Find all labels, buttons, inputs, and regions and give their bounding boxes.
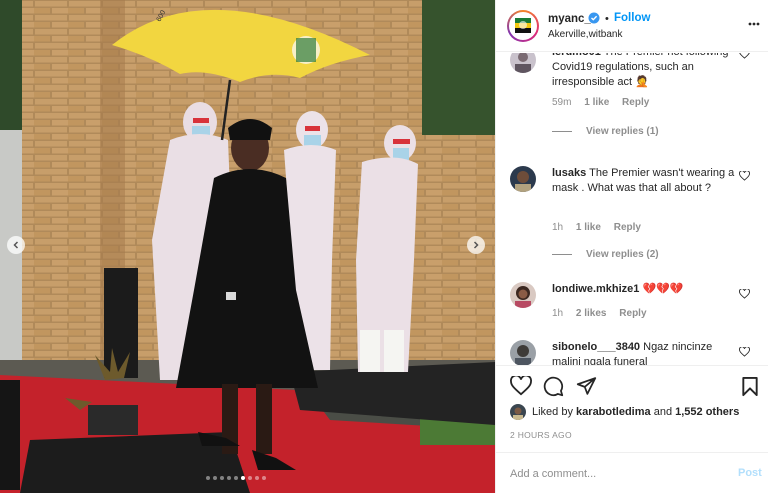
view-replies-label: View replies (1) xyxy=(586,126,659,137)
comment-likes[interactable]: 2 likes xyxy=(576,308,607,319)
comment-username[interactable]: lerumo01 xyxy=(552,53,601,58)
carousel-dot xyxy=(262,476,266,480)
comment-icon xyxy=(543,376,564,397)
comment-username[interactable]: londiwe.mkhize1 xyxy=(552,283,639,295)
carousel-next-button[interactable] xyxy=(467,236,485,254)
comment-text: 💔💔💔 xyxy=(642,283,684,295)
heart-icon xyxy=(739,288,750,299)
carousel-dot xyxy=(248,476,252,480)
bookmark-icon xyxy=(742,376,758,397)
post-side-panel: myanc_ • Follow Akerville,witbank lerumo xyxy=(495,0,768,493)
comment-like-button[interactable] xyxy=(739,288,750,302)
anc-logo-icon xyxy=(509,12,537,40)
profile-avatar[interactable] xyxy=(507,10,539,42)
comment-username[interactable]: sibonelo___3840 xyxy=(552,341,640,353)
replies-line xyxy=(552,254,572,255)
post-username[interactable]: myanc_ xyxy=(548,13,591,25)
post-photo: 600 xyxy=(0,0,495,493)
comment-body: lusaks The Premier wasn't wearing a mask… xyxy=(552,166,736,196)
heart-icon xyxy=(739,170,750,181)
comment-username[interactable]: lusaks xyxy=(552,167,586,179)
commenter-avatar[interactable] xyxy=(510,340,536,365)
comment-meta: 1h 2 likes Reply xyxy=(552,308,657,319)
heart-icon xyxy=(739,53,750,59)
reply-button[interactable]: Reply xyxy=(614,222,641,233)
comment-time[interactable]: 1h xyxy=(552,308,563,319)
likes-prefix: Liked by xyxy=(532,406,573,418)
comment-body: lerumo01 The Premier not following Covid… xyxy=(552,53,736,90)
add-comment-bar: Post xyxy=(496,452,768,493)
comment-body: londiwe.mkhize1 💔💔💔 xyxy=(552,282,736,297)
view-replies-label: View replies (2) xyxy=(586,249,659,260)
carousel-dot xyxy=(255,476,259,480)
paper-plane-icon xyxy=(576,377,597,395)
comment-button[interactable] xyxy=(543,376,564,400)
chevron-right-icon xyxy=(473,241,479,249)
comment-meta: 59m 1 like Reply xyxy=(552,97,659,108)
carousel-dot xyxy=(220,476,224,480)
carousel-dot xyxy=(213,476,217,480)
carousel-dot xyxy=(206,476,210,480)
like-button[interactable] xyxy=(510,374,532,399)
heart-icon xyxy=(510,374,532,396)
photo-scene: 600 xyxy=(0,0,495,493)
comment-likes[interactable]: 1 like xyxy=(576,222,601,233)
comment-time[interactable]: 1h xyxy=(552,222,563,233)
likes-others[interactable]: 1,552 others xyxy=(675,406,739,418)
comment-like-button[interactable] xyxy=(739,53,750,62)
comments-list[interactable]: lerumo01 The Premier not following Covid… xyxy=(496,53,768,365)
heart-icon xyxy=(739,346,750,357)
commenter-avatar[interactable] xyxy=(510,53,536,73)
reply-button[interactable]: Reply xyxy=(622,97,649,108)
replies-line xyxy=(552,131,572,132)
post-comment-button[interactable]: Post xyxy=(738,467,762,479)
reply-button[interactable]: Reply xyxy=(619,308,646,319)
commenter-avatar[interactable] xyxy=(510,166,536,192)
carousel-dot-active xyxy=(241,476,245,480)
likes-summary: Liked by karabotledima and 1,552 others xyxy=(510,404,739,420)
comment-meta: 1h 1 like Reply xyxy=(552,222,651,233)
comment-likes[interactable]: 1 like xyxy=(584,97,609,108)
save-button[interactable] xyxy=(741,376,759,400)
comment-time[interactable]: 59m xyxy=(552,97,571,108)
likes-middle: and xyxy=(653,406,673,418)
comment-text: The Premier not following Covid19 regula… xyxy=(552,53,729,88)
more-horizontal-icon xyxy=(748,22,760,26)
liker-avatar[interactable] xyxy=(510,404,526,420)
header-separator: • xyxy=(605,13,609,25)
carousel-dot xyxy=(234,476,238,480)
chevron-left-icon xyxy=(13,241,19,249)
share-button[interactable] xyxy=(576,376,597,399)
follow-button[interactable]: Follow xyxy=(614,12,650,24)
comment-body: sibonelo___3840 Ngaz nincinze malini nga… xyxy=(552,340,736,365)
add-comment-input[interactable] xyxy=(510,465,710,483)
post-location[interactable]: Akerville,witbank xyxy=(548,29,622,40)
post-header: myanc_ • Follow Akerville,witbank xyxy=(496,0,768,52)
carousel-prev-button[interactable] xyxy=(7,236,25,254)
liker-username[interactable]: karabotledima xyxy=(576,406,651,418)
post-timestamp[interactable]: 2 HOURS AGO xyxy=(510,430,572,440)
carousel-indicator xyxy=(206,476,266,480)
commenter-avatar[interactable] xyxy=(510,282,536,308)
comment-like-button[interactable] xyxy=(739,346,750,360)
view-replies-button[interactable]: View replies (2) xyxy=(552,249,659,260)
comment-like-button[interactable] xyxy=(739,170,750,184)
view-replies-button[interactable]: View replies (1) xyxy=(552,126,659,137)
carousel-dot xyxy=(227,476,231,480)
verified-badge-icon xyxy=(588,12,600,27)
post-actions: Liked by karabotledima and 1,552 others … xyxy=(496,365,768,493)
more-options-button[interactable] xyxy=(748,17,760,29)
